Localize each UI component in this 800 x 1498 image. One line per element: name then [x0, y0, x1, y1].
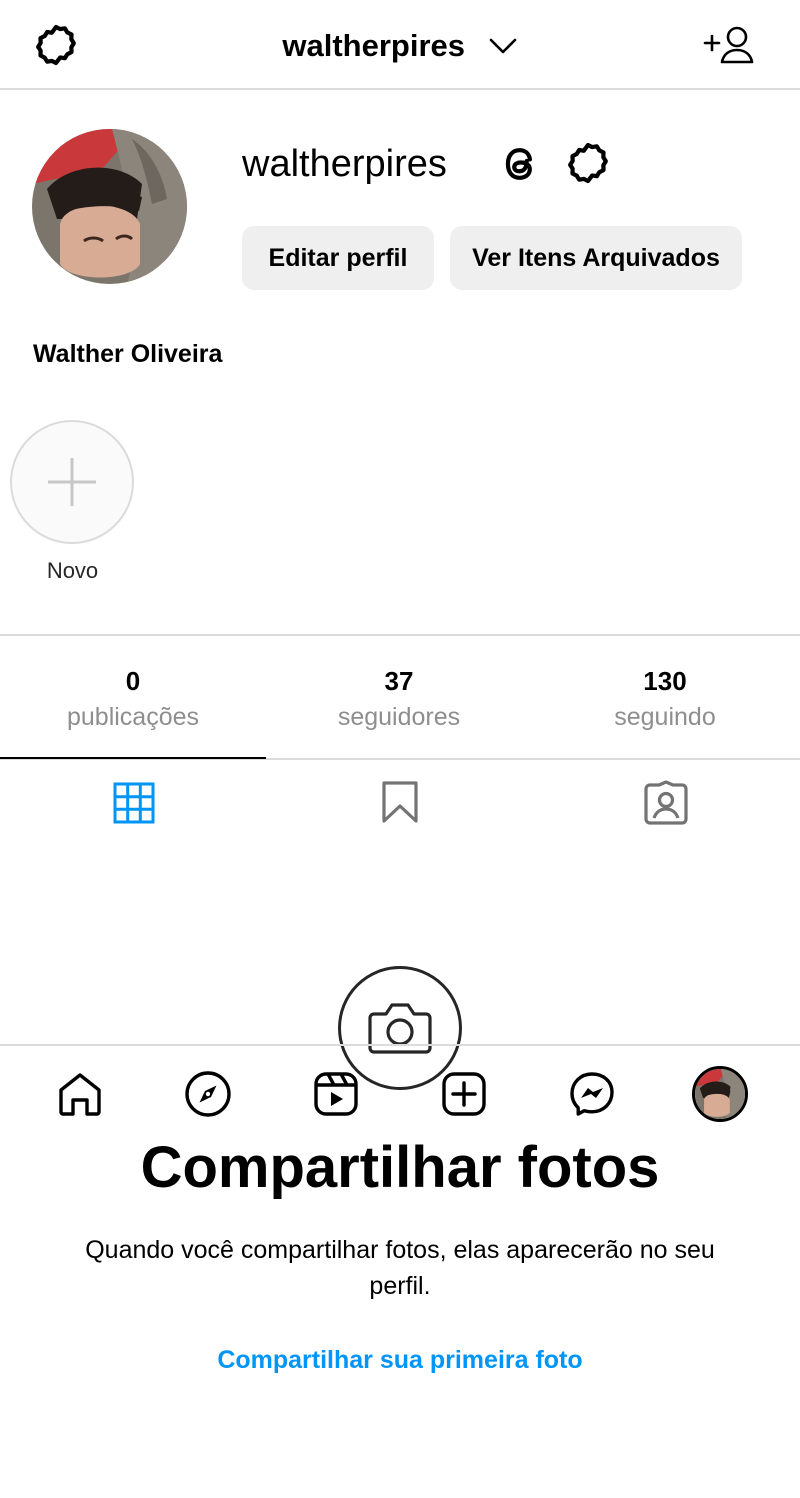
avatar-photo	[695, 1069, 745, 1119]
bookmark-icon[interactable]	[380, 780, 420, 824]
view-archive-button[interactable]: Ver Itens Arquivados	[450, 226, 742, 290]
threads-icon[interactable]	[497, 140, 543, 188]
active-tab-indicator	[0, 757, 266, 759]
stat-label: seguindo	[614, 703, 716, 731]
gear-icon[interactable]	[565, 140, 611, 186]
stat-following[interactable]: 130 seguindo	[532, 636, 798, 732]
avatar-photo	[32, 129, 187, 284]
bottom-navigation	[0, 1044, 800, 1142]
profile-avatar[interactable]	[32, 129, 187, 284]
stat-label: publicações	[66, 703, 200, 731]
new-highlight-label: Novo	[46, 558, 99, 583]
stat-value: 0	[125, 666, 141, 696]
top-bar: waltherpires	[0, 0, 800, 90]
profile-avatar[interactable]	[692, 1066, 748, 1122]
stat-value: 130	[643, 666, 687, 696]
reels-icon[interactable]	[312, 1070, 360, 1118]
empty-state-description: Quando você compartilhar fotos, elas apa…	[85, 1236, 715, 1300]
messenger-icon[interactable]	[568, 1070, 616, 1118]
explore-icon[interactable]	[184, 1070, 232, 1118]
chevron-down-icon	[489, 38, 516, 54]
home-icon[interactable]	[56, 1070, 104, 1118]
edit-profile-button[interactable]: Editar perfil	[242, 226, 434, 290]
empty-state-title: Compartilhar fotos	[140, 1135, 660, 1200]
stat-value: 37	[384, 666, 414, 696]
header-username: waltherpires	[282, 27, 465, 63]
stat-label: seguidores	[337, 703, 461, 731]
stat-posts: 0 publicações	[0, 636, 266, 732]
grid-icon[interactable]	[113, 782, 155, 824]
tagged-icon[interactable]	[643, 780, 689, 826]
share-first-photo-link[interactable]: Compartilhar sua primeira foto	[0, 1346, 800, 1375]
add-user-icon[interactable]	[702, 24, 754, 66]
new-post-icon[interactable]	[440, 1070, 488, 1118]
profile-stats: 0 publicações 37 seguidores 130 seguindo	[0, 634, 800, 760]
account-switcher[interactable]: waltherpires	[0, 26, 800, 64]
profile-full-name: Walther Oliveira	[33, 340, 223, 368]
new-highlight-button[interactable]	[10, 420, 134, 544]
stat-followers[interactable]: 37 seguidores	[266, 636, 532, 732]
profile-username: waltherpires	[242, 143, 447, 185]
plus-icon	[48, 458, 96, 506]
